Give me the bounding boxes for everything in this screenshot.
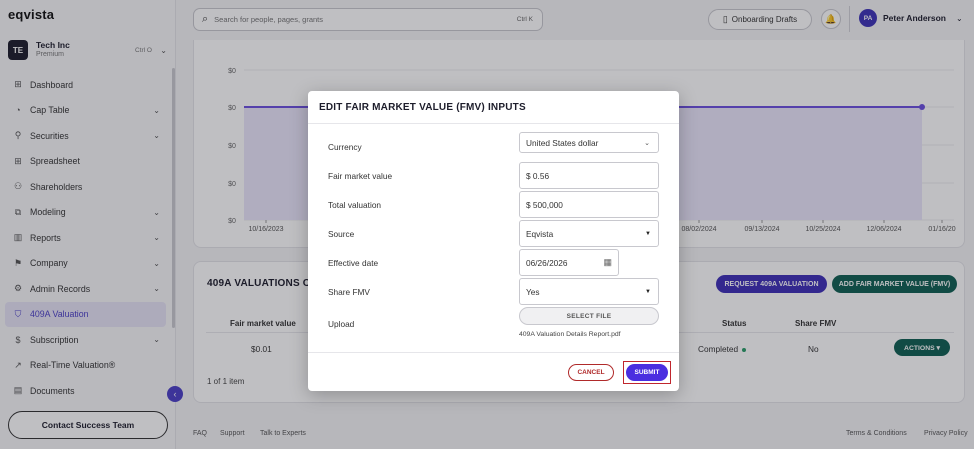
select-file-button[interactable]: SELECT FILE xyxy=(519,307,659,325)
modal-header-divider xyxy=(308,123,679,124)
effective-date-label: Effective date xyxy=(328,258,379,268)
total-valuation-label: Total valuation xyxy=(328,200,382,210)
submit-button[interactable]: SUBMIT xyxy=(626,364,668,381)
total-valuation-input[interactable] xyxy=(526,199,658,210)
share-fmv-label: Share FMV xyxy=(328,287,370,297)
source-select[interactable]: Eqvista ▼ xyxy=(519,220,659,247)
modal-title: EDIT FAIR MARKET VALUE (FMV) INPUTS xyxy=(319,102,526,113)
caret-down-icon: ▼ xyxy=(645,288,651,295)
upload-label: Upload xyxy=(328,319,355,329)
share-fmv-select[interactable]: Yes ▼ xyxy=(519,278,659,305)
currency-label: Currency xyxy=(328,142,362,152)
caret-down-icon: ▼ xyxy=(645,230,651,237)
total-valuation-field[interactable] xyxy=(519,191,659,218)
share-fmv-value: Yes xyxy=(526,286,540,297)
currency-select[interactable]: United States dollar ⌄ xyxy=(519,132,659,153)
chevron-down-icon: ⌄ xyxy=(644,139,650,147)
source-label: Source xyxy=(328,229,355,239)
fmv-input[interactable] xyxy=(526,170,658,181)
source-value: Eqvista xyxy=(526,228,554,239)
fmv-field[interactable] xyxy=(519,162,659,189)
modal-footer-divider xyxy=(308,352,679,353)
uploaded-file-name[interactable]: 409A Valuation Details Report.pdf xyxy=(519,331,621,338)
currency-value: United States dollar xyxy=(526,137,599,148)
cancel-button[interactable]: CANCEL xyxy=(568,364,614,381)
calendar-icon[interactable]: ▦ xyxy=(603,257,612,268)
fmv-label: Fair market value xyxy=(328,171,393,181)
effective-date-field[interactable]: ▦ xyxy=(519,249,619,276)
edit-fmv-modal: EDIT FAIR MARKET VALUE (FMV) INPUTS Curr… xyxy=(308,91,679,391)
